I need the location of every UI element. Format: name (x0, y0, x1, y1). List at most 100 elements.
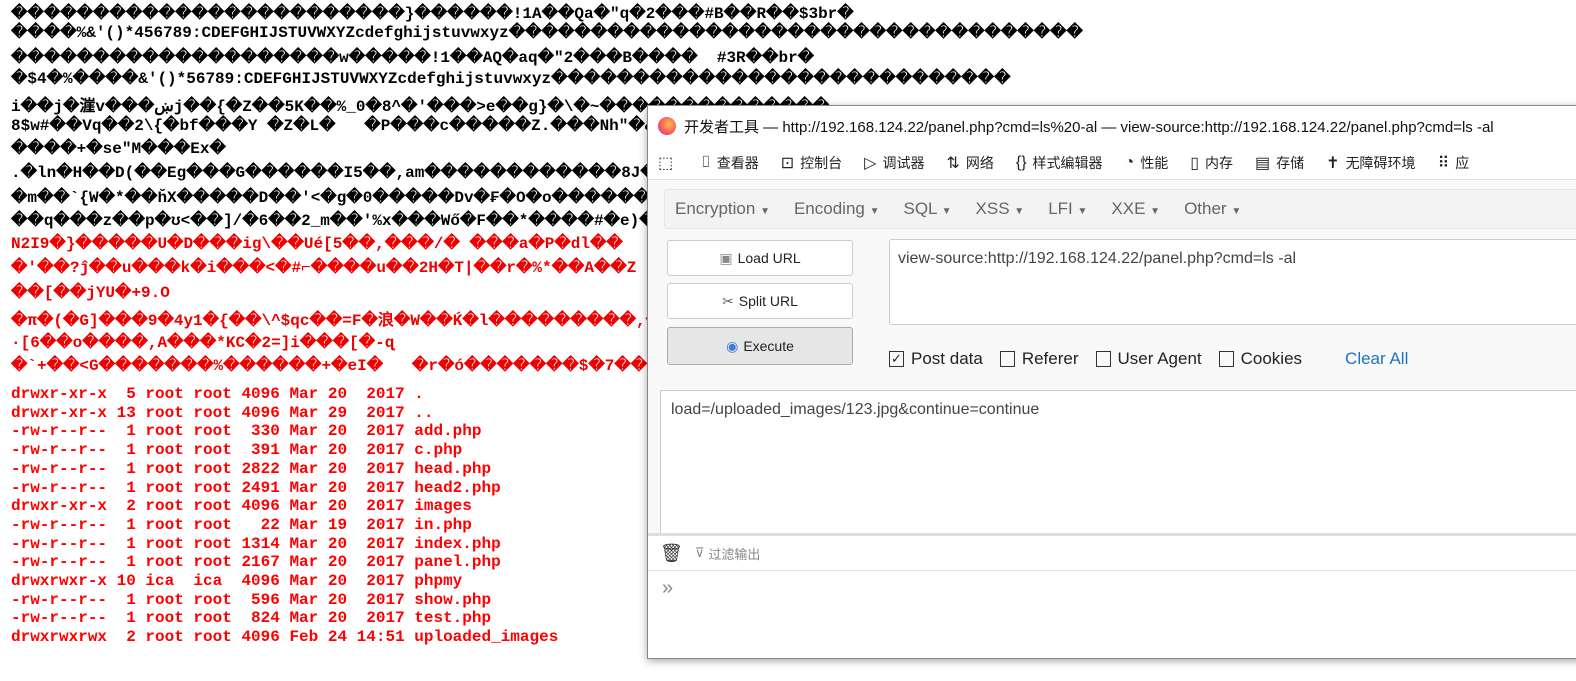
garbage-line: ��������������������w�����!1��AQ�aq�"2��… (11, 49, 815, 67)
play-icon: ◉ (726, 337, 739, 354)
caret-down-icon: ▼ (941, 206, 952, 217)
checkbox-icon[interactable] (999, 351, 1015, 367)
console-pane: 🗑 ⊽ 过滤输出 » (648, 533, 1576, 658)
firefox-logo-icon (658, 117, 676, 135)
listing-row: drwxrwxrwx 2 root root 4096 Feb 24 14:51… (11, 628, 559, 647)
listing-row: drwxr-xr-x 5 root root 4096 Mar 20 2017 … (11, 385, 424, 403)
checkbox-icon[interactable]: ✓ (889, 351, 904, 367)
devtools-tab[interactable]: ⊡ 控制台 (781, 153, 842, 173)
tab-label: 样式编辑器 (1032, 154, 1103, 171)
devtools-toolbar: ⬚ ⌷ 查看器 ⊡ 控制台 ▷ 调试器 ⇅ 网络 {} 样式编辑器 ◔ 性能 ▯ 内存 ▤ 存储 ✝ 无障碍环境 ⠿ 应 (648, 146, 1576, 180)
devtools-window: 开发者工具 — http://192.168.124.22/panel.php?… (647, 105, 1576, 659)
option-checkbox[interactable]: ✓ Post data (889, 349, 983, 369)
listing-row: -rw-r--r-- 1 root root 22 Mar 19 2017 in… (11, 515, 472, 534)
devtools-tab[interactable]: {} 样式编辑器 (1016, 153, 1103, 173)
memory-icon: ▯ (1190, 154, 1200, 172)
tab-label: 调试器 (882, 154, 925, 171)
console-icon: ⊡ (780, 154, 795, 172)
devtools-titlebar: 开发者工具 — http://192.168.124.22/panel.php?… (648, 106, 1576, 146)
trash-icon[interactable]: 🗑 (660, 543, 683, 564)
caret-down-icon: ▼ (1150, 206, 1161, 217)
garbage-line: 8$w#��Vq��2\{�bf���Y �Z�L� �P���c�����Z.… (11, 117, 655, 135)
url-textarea[interactable]: view-source:http://192.168.124.22/panel.… (889, 239, 1576, 325)
load-url-button[interactable]: ▣ Load URL (667, 240, 853, 276)
checkbox-icon[interactable] (1095, 351, 1111, 367)
tab-label: 性能 (1140, 154, 1169, 171)
option-checkbox[interactable]: Referer (999, 349, 1079, 369)
tab-label: 控制台 (800, 154, 843, 171)
listing-row: drwxrwxr-x 10 ica ica 4096 Mar 20 2017 p… (11, 572, 463, 591)
devtools-tab[interactable]: ▯ 内存 (1190, 153, 1233, 173)
hackbar-menu-item[interactable]: Encoding ▼ (794, 199, 880, 219)
caret-down-icon: ▼ (760, 206, 770, 217)
devtools-tab[interactable]: ⠿ 应 (1438, 153, 1470, 173)
clear-all-link[interactable]: Clear All (1345, 349, 1408, 369)
apps-icon: ⠿ (1437, 154, 1450, 172)
accessibility-icon: ✝ (1326, 154, 1340, 172)
hackbar-menu-item[interactable]: SQL ▼ (904, 199, 952, 219)
tab-label: 存储 (1276, 154, 1305, 171)
hackbar-menu-item[interactable]: Other ▼ (1184, 199, 1241, 219)
hackbar-options: ✓ Post data Referer User Agent Cookies Clear … (889, 349, 1408, 369)
hackbar-menu-item[interactable]: Encryption ▼ (675, 199, 770, 219)
listing-row: -rw-r--r-- 1 root root 824 Mar 20 2017 t… (11, 609, 492, 628)
devtools-tab[interactable]: ▷ 调试器 (864, 153, 924, 173)
caret-down-icon: ▼ (1077, 206, 1088, 217)
console-prompt[interactable]: » (648, 571, 1576, 606)
network-icon: ⇅ (946, 154, 960, 172)
devtools-tab[interactable]: ⌷ 查看器 (701, 153, 759, 173)
load-icon: ▣ (719, 249, 733, 266)
pick-element-icon: ⬚ (658, 154, 674, 172)
hackbar-panel: Encryption ▼ Encoding ▼ SQL ▼ XSS ▼ LFI ▼ XXE… (648, 181, 1576, 550)
listing-row: drwxr-xr-x 13 root root 4096 Mar 29 2017… (11, 403, 434, 422)
execute-button[interactable]: ◉ Execute (667, 327, 853, 365)
hackbar-menu-item[interactable]: XXE ▼ (1111, 199, 1160, 219)
devtools-tab[interactable]: ◔ 性能 (1125, 153, 1169, 173)
garbage-line: �`+��<G�������%������+�eI� �r�ó�������$�… (11, 357, 756, 375)
devtools-tab[interactable]: ▤ 存储 (1255, 153, 1304, 173)
caret-down-icon: ▼ (1231, 206, 1242, 217)
listing-row: -rw-r--r-- 1 root root 391 Mar 20 2017 c… (11, 441, 463, 460)
listing-row: -rw-r--r-- 1 root root 1314 Mar 20 2017 … (11, 534, 501, 553)
performance-icon: ◔ (1124, 153, 1135, 171)
garbage-line: �π�(�G]���9�4y1�{��\^$qc��=F�浪�W��Ḱ�l���… (11, 312, 695, 330)
hackbar-menu: Encryption ▼ Encoding ▼ SQL ▼ XSS ▼ LFI ▼ XXE… (664, 189, 1576, 229)
garbage-line: ·[6��o����,A���*KC�2=]i���[�-ɋ (11, 334, 395, 352)
filter-icon: ⊽ (694, 545, 705, 560)
listing-row: -rw-r--r-- 1 root root 596 Mar 20 2017 s… (11, 590, 492, 609)
debugger-icon: ▷ (864, 154, 877, 172)
tab-label: 网络 (965, 154, 994, 171)
checkbox-icon[interactable] (1218, 351, 1234, 367)
tab-label: 内存 (1205, 154, 1234, 171)
option-checkbox[interactable]: User Agent (1095, 349, 1202, 369)
scissors-icon: ✂ (722, 292, 734, 309)
listing-row: -rw-r--r-- 1 root root 330 Mar 20 2017 a… (11, 422, 482, 441)
garbage-line: ��q���z��p�ʊ<��]/�6��2_m��'%x���Wő�F��*�… (11, 212, 666, 230)
tab-label: 查看器 (716, 154, 759, 171)
devtools-tab[interactable]: ✝ 无障碍环境 (1326, 153, 1415, 173)
garbage-line: �$4�%����&'()*56789:CDEFGHIJSTUVWXYZcdef… (11, 70, 1011, 88)
storage-icon: ▤ (1255, 154, 1271, 172)
window-title: 开发者工具 — http://192.168.124.22/panel.php?… (684, 118, 1494, 136)
caret-down-icon: ▼ (1014, 206, 1025, 217)
caret-down-icon: ▼ (869, 206, 880, 217)
hackbar-menu-item[interactable]: LFI ▼ (1048, 199, 1087, 219)
garbage-line: ��[��jYU�+9.O (11, 284, 170, 302)
garbage-line: N2I9�}�����U�D���ig\��Ué[5��,���/� ���a�… (11, 235, 623, 253)
listing-row: -rw-r--r-- 1 root root 2167 Mar 20 2017 … (11, 553, 501, 572)
devtools-tab[interactable]: ⬚ (658, 153, 679, 173)
directory-listing: drwxr-xr-x 5 root root 4096 Mar 20 2017 … (11, 385, 558, 647)
post-data-textarea[interactable]: load=/uploaded_images/123.jpg&continue=c… (660, 390, 1576, 550)
garbage-line: �m��`{W�*��ȟX�����D��'<�g�0�����Dv�₣�O�o… (11, 189, 660, 207)
filter-input[interactable]: 过滤输出 (708, 544, 760, 563)
listing-row: -rw-r--r-- 1 root root 2491 Mar 20 2017 … (11, 478, 501, 497)
listing-row: -rw-r--r-- 1 root root 2822 Mar 20 2017 … (11, 459, 492, 478)
hackbar-menu-item[interactable]: XSS ▼ (976, 199, 1025, 219)
devtools-tab[interactable]: ⇅ 网络 (946, 153, 993, 173)
tab-label: 无障碍环境 (1345, 154, 1416, 171)
option-checkbox[interactable]: Cookies (1218, 349, 1302, 369)
garbage-line: ����%&'()*456789:CDEFGHIJSTUVWXYZcdefghi… (11, 24, 1083, 42)
garbage-line: �'��?ĵ��u���k�i���<�#⌐����u��2H�T|��r�%*… (11, 259, 637, 277)
split-url-button[interactable]: ✂ Split URL (667, 283, 853, 319)
inspector-icon: ⌷ (701, 153, 711, 171)
